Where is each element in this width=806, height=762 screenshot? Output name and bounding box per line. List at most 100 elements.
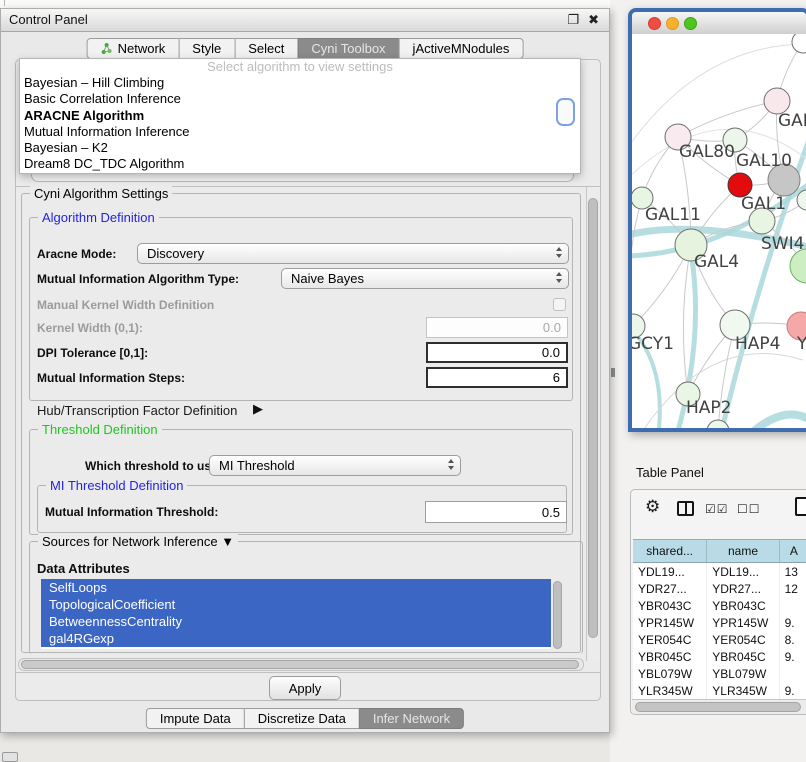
table-cell: YBR045C — [633, 648, 707, 665]
mi-threshold-input[interactable] — [425, 501, 567, 523]
attribute-item[interactable]: gal4RGexp — [41, 630, 551, 647]
apply-button[interactable]: Apply — [269, 676, 341, 700]
algorithm-option[interactable]: ARACNE Algorithm — [20, 108, 580, 124]
table-row[interactable]: YBR045CYBR045C9. — [633, 648, 806, 665]
node[interactable] — [792, 34, 806, 53]
combo-stepper-icon — [448, 459, 454, 470]
manual-kernel-width-label: Manual Kernel Width Definition — [37, 298, 214, 312]
network-icon — [101, 43, 113, 55]
table-row[interactable]: YPR145WYPR145W9. — [633, 614, 806, 631]
tab-select[interactable]: Select — [234, 38, 298, 59]
table-cell: YLR345W — [633, 682, 707, 699]
combo-stepper-icon — [556, 272, 562, 283]
table-row[interactable]: YDL19...YDL19...13 — [633, 563, 806, 580]
split-columns-icon[interactable] — [677, 501, 694, 516]
hub-definition-label[interactable]: Hub/Transcription Factor Definition — [37, 403, 237, 418]
tab-jactivemnodules[interactable]: jActiveMNodules — [399, 38, 524, 59]
table-cell: YLR345W — [707, 682, 779, 699]
dpi-tolerance-input[interactable] — [426, 342, 568, 363]
focused-spinner-fragment[interactable] — [556, 98, 575, 126]
tab-label: Infer Network — [373, 711, 450, 726]
minimize-traffic-light-icon[interactable] — [666, 17, 679, 30]
table-cell: YDL19... — [707, 563, 779, 580]
table-hscroll-thumb[interactable] — [635, 702, 801, 712]
table-row[interactable]: YER054CYER054C8. — [633, 631, 806, 648]
table-row[interactable]: YBR043CYBR043C — [633, 597, 806, 614]
table-row[interactable]: YBL079WYBL079W — [633, 665, 806, 682]
network-canvas[interactable]: GALGAL80GAL10GAL1SWI4GAL11GAL4GCY1HAP4YH… — [632, 34, 806, 428]
algorithm-option[interactable]: Basic Correlation Inference — [20, 91, 580, 107]
tab-style[interactable]: Style — [178, 38, 235, 59]
mi-steps-label: Mutual Information Steps: — [37, 371, 185, 385]
table-cell: YBL079W — [707, 665, 779, 682]
algorithm-option[interactable]: Bayesian – K2 — [20, 140, 580, 156]
network-window-titlebar[interactable] — [632, 12, 806, 35]
mi-algorithm-type-select[interactable]: Naive Bayes — [281, 268, 569, 289]
tab-discretize-data[interactable]: Discretize Data — [244, 708, 360, 729]
table-cell: 9. — [780, 614, 806, 631]
table-cell: 12 — [780, 580, 806, 597]
which-threshold-select[interactable]: MI Threshold — [209, 455, 461, 476]
node-bright-green[interactable] — [790, 249, 806, 283]
select-all-columns-icon[interactable]: ☑☑ — [705, 502, 729, 516]
aracne-mode-select[interactable]: Discovery — [137, 243, 569, 264]
control-panel-titlebar[interactable]: Control Panel ❐ ✖ — [1, 9, 609, 32]
attributes-scrollbar-thumb[interactable] — [553, 581, 562, 649]
manual-kernel-width-checkbox[interactable] — [553, 298, 566, 311]
close-traffic-light-icon[interactable] — [648, 17, 661, 30]
table-cell: YDL19... — [633, 563, 707, 580]
tab-cyni-toolbox[interactable]: Cyni Toolbox — [297, 38, 399, 59]
node-label: SWI4 — [761, 234, 804, 254]
mi-steps-input[interactable] — [426, 367, 568, 388]
algorithm-dropdown-popup: Select algorithm to view settings Bayesi… — [19, 58, 581, 174]
algorithm-option[interactable]: Dream8 DC_TDC Algorithm — [20, 156, 580, 172]
column-header-a[interactable]: A — [780, 540, 806, 562]
expand-arrow-icon[interactable]: ▶ — [253, 401, 263, 417]
zoom-traffic-light-icon[interactable] — [684, 17, 697, 30]
settings-vscroll-thumb[interactable] — [588, 198, 598, 638]
float-window-icon[interactable]: ❐ — [567, 12, 579, 28]
algorithm-option[interactable]: Bayesian – Hill Climbing — [20, 75, 580, 91]
gear-icon[interactable]: ⚙ — [645, 498, 660, 516]
node-label: GAL4 — [694, 252, 739, 272]
table-cell: YER054C — [707, 631, 779, 648]
network-edge-bundle — [746, 414, 806, 428]
unselect-all-columns-icon[interactable]: ☐☐ — [737, 502, 761, 516]
settings-horizontal-scrollbar[interactable] — [18, 658, 584, 671]
new-table-icon[interactable] — [795, 497, 806, 516]
table-panel: ⚙ ☑☑ ☐☐ shared...nameA YDL19...YDL19...1… — [630, 489, 806, 715]
algorithm-option[interactable]: Mutual Information Inference — [20, 124, 580, 140]
node-label: Y — [796, 334, 806, 354]
kernel-width-input[interactable] — [426, 317, 568, 338]
table-row[interactable]: YDR27...YDR27...12 — [633, 580, 806, 597]
kernel-width-label: Kernel Width (0,1): — [37, 321, 143, 335]
close-window-icon[interactable]: ✖ — [588, 12, 599, 28]
table-horizontal-scrollbar[interactable] — [632, 699, 806, 715]
group-title: MI Threshold Definition — [46, 478, 187, 493]
settings-vertical-scrollbar[interactable] — [586, 187, 600, 661]
tab-label: Style — [192, 41, 221, 56]
table-header-row: shared...nameA — [633, 539, 806, 563]
desktop-background-bottom — [0, 733, 610, 762]
group-title: Algorithm Definition — [38, 210, 159, 225]
combo-stepper-icon — [556, 247, 562, 258]
dpi-tolerance-label: DPI Tolerance [0,1]: — [37, 346, 148, 360]
attribute-item[interactable]: TopologicalCoefficient — [41, 596, 551, 613]
attribute-item[interactable]: SelfLoops — [41, 579, 551, 596]
tab-network[interactable]: Network — [87, 38, 180, 59]
corner-widget[interactable] — [2, 752, 18, 762]
table-row[interactable]: YLR345WYLR345W9. — [633, 682, 806, 699]
column-header-shared[interactable]: shared... — [633, 540, 707, 562]
tab-impute-data[interactable]: Impute Data — [146, 708, 245, 729]
network-view-window: GALGAL80GAL10GAL1SWI4GAL11GAL4GCY1HAP4YH… — [628, 8, 806, 432]
attribute-item[interactable]: BetweennessCentrality — [41, 613, 551, 630]
window-title: Control Panel — [9, 12, 88, 27]
collapse-arrow-icon[interactable]: ▼ — [221, 534, 234, 549]
table-cell: YDR27... — [633, 580, 707, 597]
tab-infer-network[interactable]: Infer Network — [359, 708, 464, 729]
splitter-grip[interactable] — [611, 368, 615, 377]
settings-hscroll-thumb[interactable] — [21, 660, 579, 669]
column-header-name[interactable]: name — [707, 540, 779, 562]
node-label: GAL — [778, 111, 806, 131]
table-cell — [780, 665, 806, 682]
